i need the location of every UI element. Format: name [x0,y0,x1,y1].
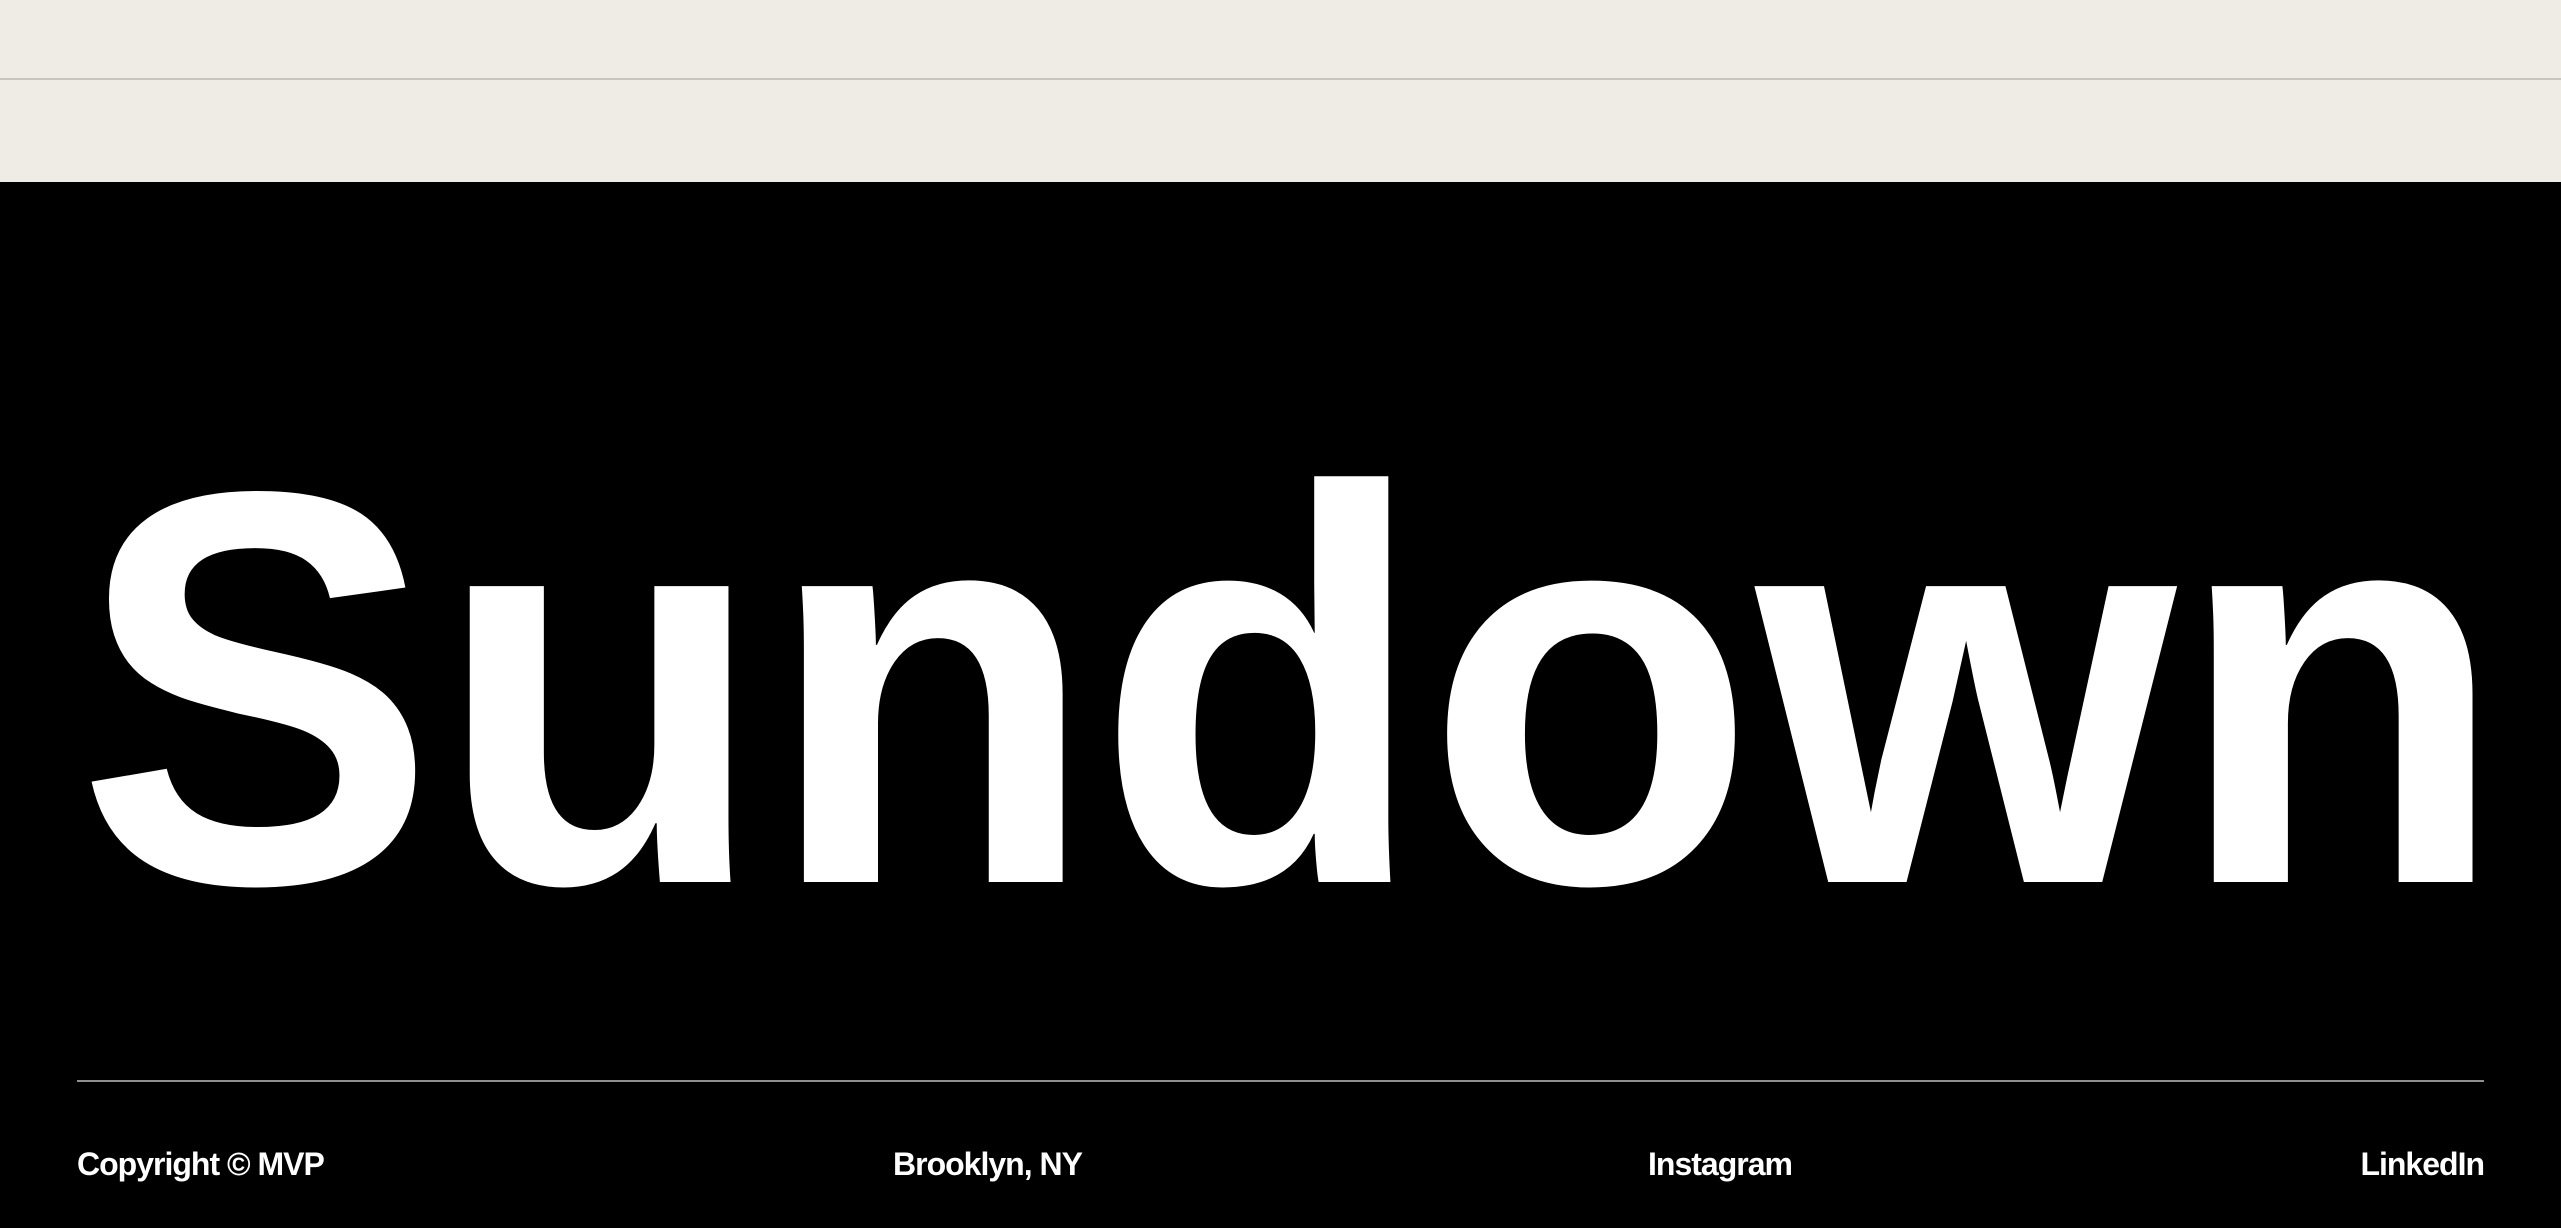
location-text: Brooklyn, NY [893,1146,1083,1182]
wordmark-svg: Sundown [76,462,2506,962]
copyright-text: Copyright © MVP [77,1146,325,1182]
site-footer: Sundown Copyright © MVP Brooklyn, NY Ins… [0,182,2561,1228]
top-divider [0,78,2561,80]
instagram-link[interactable]: Instagram [1648,1142,1793,1186]
wordmark-text: Sundown [76,462,2506,962]
page-top-band [0,0,2561,182]
footer-divider [77,1080,2484,1082]
footer-wordmark: Sundown [76,462,2506,962]
linkedin-link[interactable]: LinkedIn [2360,1142,2485,1186]
